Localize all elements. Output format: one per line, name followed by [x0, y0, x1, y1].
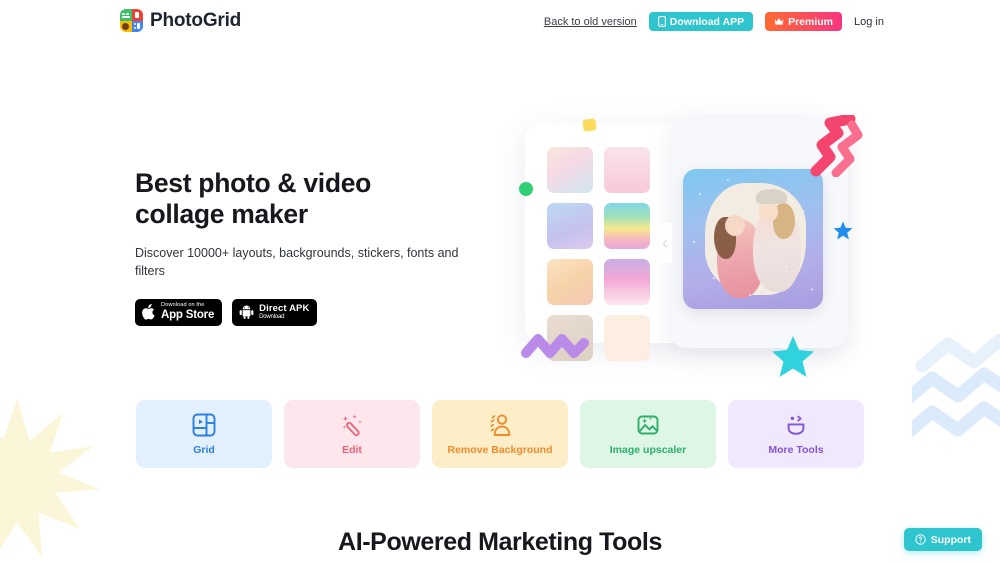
photogrid-landing-page: PhotoGrid Back to old version Download A… — [0, 0, 1000, 563]
tool-card-remove-background-label: Remove Background — [447, 444, 553, 456]
magic-wand-icon — [342, 414, 362, 437]
app-store-bottom-label: App Store — [161, 308, 215, 321]
background-thumb-pink-drip[interactable] — [604, 259, 650, 305]
header-nav: Back to old version Download APP Premium… — [544, 12, 884, 31]
green-circle-deco — [519, 182, 533, 196]
back-to-old-version-link[interactable]: Back to old version — [544, 16, 637, 28]
download-app-button[interactable]: Download APP — [648, 12, 754, 31]
tool-card-edit[interactable]: Edit — [284, 400, 420, 468]
background-thumb-lips-pattern[interactable] — [604, 315, 650, 361]
chevron-left-icon — [662, 238, 667, 248]
tool-card-grid[interactable]: Grid — [136, 400, 272, 468]
crown-icon — [774, 18, 784, 25]
blue-zigzag-deco — [912, 333, 1000, 438]
direct-apk-button[interactable]: Direct APK Download — [232, 298, 318, 326]
yellow-square-deco — [582, 118, 597, 132]
photogrid-logo-icon — [120, 9, 143, 32]
apk-top-label: Direct APK — [259, 303, 310, 314]
support-button[interactable]: Support — [903, 528, 982, 551]
grid-layout-icon — [192, 413, 216, 437]
page-title: Best photo & video collage maker — [135, 168, 372, 229]
tool-card-edit-label: Edit — [342, 444, 362, 456]
app-store-top-label: Download on the — [161, 301, 205, 308]
app-store-button[interactable]: Download on the App Store — [135, 298, 223, 326]
background-thumb-pink-blossom[interactable] — [604, 147, 650, 193]
tool-card-grid-label: Grid — [193, 444, 215, 456]
image-sparkle-icon — [637, 415, 659, 435]
tool-card-remove-background[interactable]: Remove Background — [432, 400, 568, 468]
apple-icon — [142, 304, 156, 320]
hero-subtitle: Discover 10000+ layouts, backgrounds, st… — [135, 246, 459, 278]
store-badges: Download on the App Store Direct APK Dow… — [135, 298, 480, 326]
brand-name: PhotoGrid — [150, 9, 242, 31]
android-icon — [239, 305, 254, 319]
person-cutout-icon — [490, 414, 511, 436]
question-circle-icon — [915, 534, 926, 545]
premium-label: Premium — [788, 15, 834, 28]
panel-collapse-handle[interactable] — [657, 223, 672, 263]
hero-illustration — [505, 105, 895, 390]
hero-copy: Best photo & video collage maker Discove… — [135, 168, 480, 326]
download-app-label: Download APP — [669, 15, 745, 28]
support-label: Support — [930, 533, 971, 546]
premium-button[interactable]: Premium — [765, 12, 843, 31]
purple-zigzag-deco — [521, 334, 589, 358]
apk-bottom-label: Download — [259, 314, 285, 320]
background-thumb-peach-cream[interactable] — [547, 259, 593, 305]
login-link[interactable]: Log in — [854, 16, 884, 28]
tool-card-more-tools[interactable]: More Tools — [728, 400, 864, 468]
tool-card-image-upscaler-label: Image upscaler — [609, 444, 687, 456]
site-header: PhotoGrid Back to old version Download A… — [0, 0, 1000, 41]
blue-star-deco — [833, 221, 853, 240]
teal-star-deco — [772, 336, 814, 377]
background-thumb-rainbow[interactable] — [604, 203, 650, 249]
phone-icon — [657, 16, 666, 27]
photo-preview-two-women-glitter[interactable] — [683, 169, 823, 309]
tool-card-more-tools-label: More Tools — [768, 444, 824, 456]
tool-card-image-upscaler[interactable]: Image upscaler — [580, 400, 716, 468]
smiley-face-icon — [787, 415, 805, 435]
section-title: AI-Powered Marketing Tools — [338, 528, 662, 556]
background-thumb-blue-purple-glitter[interactable] — [547, 203, 593, 249]
pink-zigzag-deco — [810, 115, 863, 177]
tool-cards: Grid Edit Remove Background Image upscal… — [136, 400, 864, 468]
background-thumb-confetti[interactable] — [547, 147, 593, 193]
brand-logo[interactable]: PhotoGrid — [120, 9, 241, 32]
